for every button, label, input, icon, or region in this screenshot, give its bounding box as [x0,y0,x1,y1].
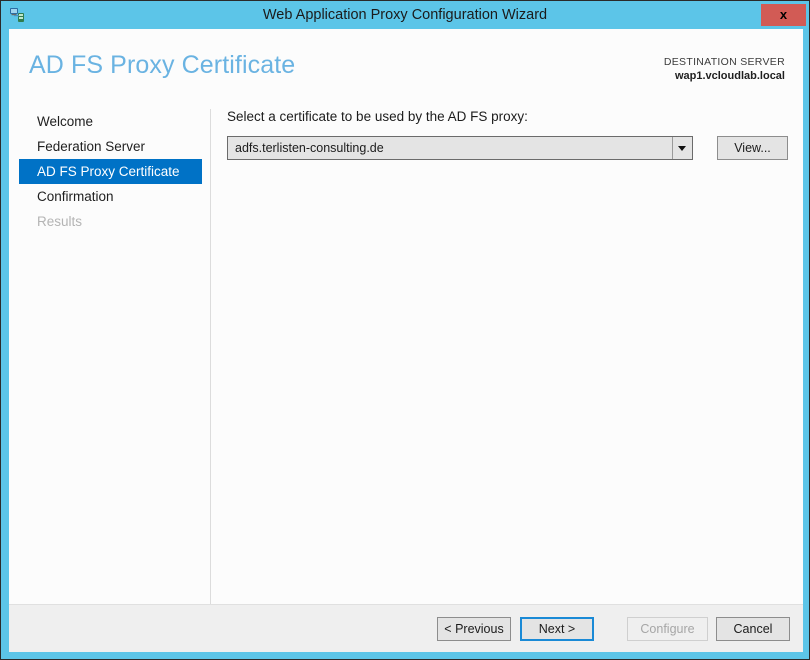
sidebar-item-confirmation[interactable]: Confirmation [9,184,202,209]
close-button[interactable]: x [761,4,806,26]
destination-server-label: DESTINATION SERVER [663,56,785,68]
sidebar-item-federation-server[interactable]: Federation Server [9,134,202,159]
sidebar-divider [210,109,211,614]
certificate-row: adfs.terlisten-consulting.de View... [227,136,788,162]
chevron-down-icon[interactable] [672,137,692,159]
cancel-button[interactable]: Cancel [716,617,790,641]
certificate-prompt-label: Select a certificate to be used by the A… [227,109,528,124]
next-button[interactable]: Next > [520,617,594,641]
page-title: AD FS Proxy Certificate [29,51,296,79]
destination-server-value: wap1.vcloudlab.local [674,70,785,82]
main-content: Select a certificate to be used by the A… [227,109,788,162]
sidebar-item-welcome[interactable]: Welcome [9,109,202,134]
client-area: AD FS Proxy Certificate DESTINATION SERV… [9,29,803,652]
footer-button-bar: < Previous Next > Configure Cancel [9,604,803,652]
window-title: Web Application Proxy Configuration Wiza… [262,7,548,23]
wizard-steps-nav: Welcome Federation Server AD FS Proxy Ce… [9,109,202,234]
sidebar-item-ad-fs-proxy-certificate[interactable]: AD FS Proxy Certificate [19,159,202,184]
title-bar: Web Application Proxy Configuration Wiza… [1,1,809,29]
previous-button[interactable]: < Previous [437,617,511,641]
destination-server-block: DESTINATION SERVER wap1.vcloudlab.local [664,55,785,83]
configure-button: Configure [627,617,708,641]
certificate-select-value: adfs.terlisten-consulting.de [235,141,384,155]
view-certificate-button[interactable]: View... [717,136,788,160]
sidebar-item-results: Results [37,214,83,229]
wizard-window: Web Application Proxy Configuration Wiza… [0,0,810,660]
certificate-select[interactable]: adfs.terlisten-consulting.de [227,136,693,160]
page-header: AD FS Proxy Certificate DESTINATION SERV… [9,29,803,104]
